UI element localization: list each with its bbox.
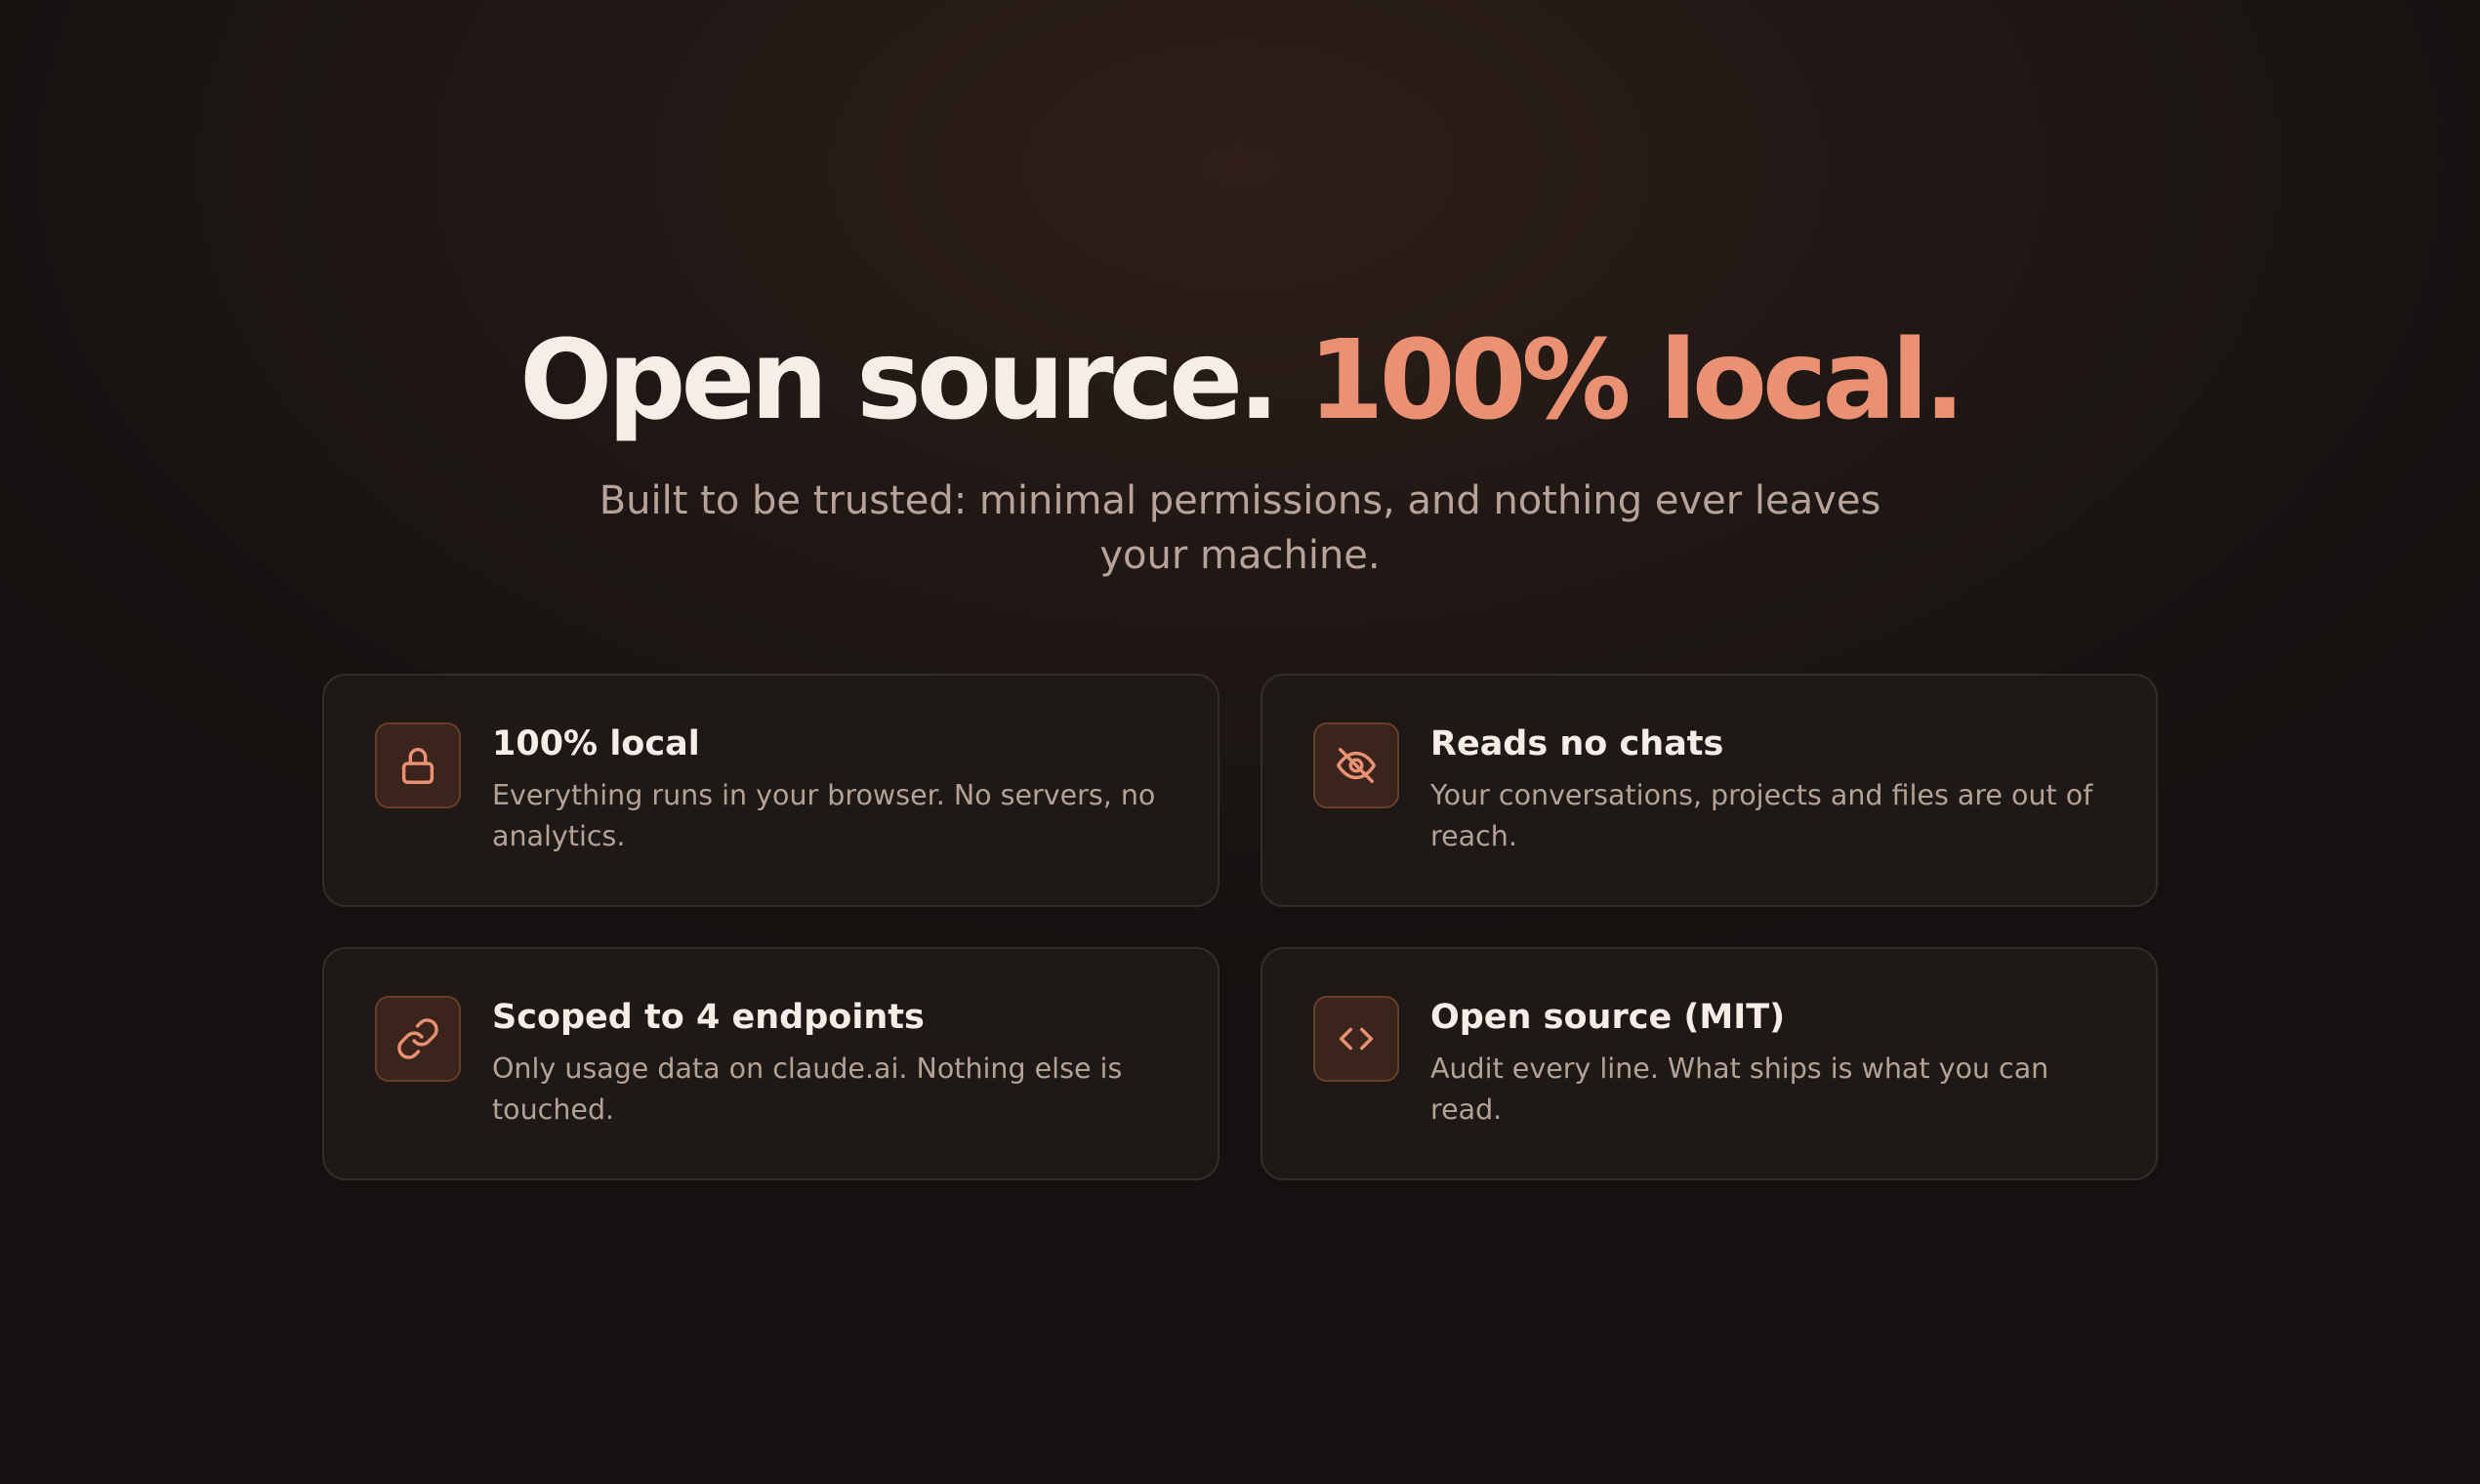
hero-headline: Open source. 100% local. [0, 312, 2480, 449]
feature-title: Reads no chats [1430, 724, 1724, 763]
eye-off-icon [1313, 722, 1399, 808]
code-icon [1313, 996, 1399, 1082]
headline-main: Open source. [519, 317, 1280, 444]
hero-subtitle: Built to be trusted: minimal permissions… [599, 478, 1881, 578]
feature-title: Open source (MIT) [1430, 998, 1786, 1037]
feature-description: Only usage data on claude.ai. Nothing el… [492, 1052, 1123, 1126]
feature-card-scoped: Scoped to 4 endpoints Only usage data on… [322, 947, 1219, 1180]
lock-icon [375, 722, 461, 808]
feature-description: Your conversations, projects and files a… [1430, 779, 2093, 852]
feature-card-local: 100% local Everything runs in your brows… [322, 674, 1219, 907]
feature-description: Everything runs in your browser. No serv… [492, 779, 1156, 852]
feature-grid: 100% local Everything runs in your brows… [322, 674, 2158, 1180]
feature-title: 100% local [492, 724, 700, 763]
feature-description: Audit every line. What ships is what you… [1430, 1052, 2049, 1126]
link-icon [375, 996, 461, 1082]
feature-title: Scoped to 4 endpoints [492, 998, 925, 1037]
feature-card-reads-no-chats: Reads no chats Your conversations, proje… [1261, 674, 2158, 907]
headline-accent: 100% local. [1307, 317, 1965, 444]
feature-card-open-source: Open source (MIT) Audit every line. What… [1261, 947, 2158, 1180]
